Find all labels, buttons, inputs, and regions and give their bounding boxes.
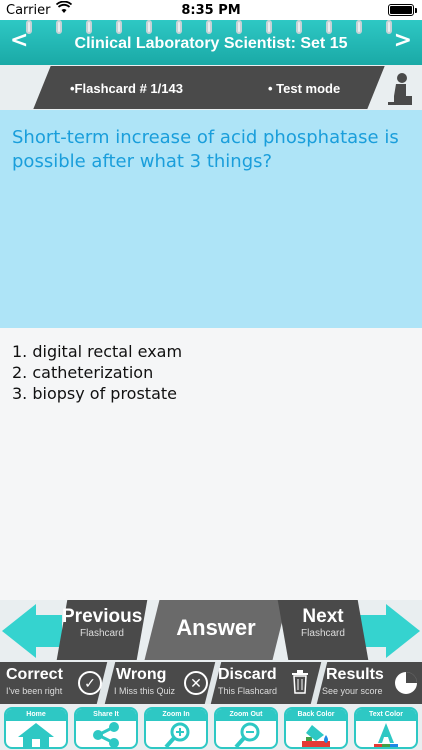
next-sub: Flashcard <box>301 628 345 639</box>
previous-arrow-tail <box>34 615 62 647</box>
status-bar: Carrier 8:35 PM <box>0 0 422 20</box>
mode-label: • Test mode <box>268 81 341 96</box>
zoom-out-label: Zoom Out <box>216 709 276 721</box>
answer-item: 3. biopsy of prostate <box>12 384 177 403</box>
wrong-label: Wrong <box>116 666 167 683</box>
zoom-in-icon <box>146 721 206 747</box>
home-button[interactable]: Home <box>4 707 68 749</box>
answer-panel: 1. digital rectal exam 2. catheterizatio… <box>0 328 422 600</box>
home-label: Home <box>6 709 66 721</box>
share-icon <box>76 721 136 747</box>
discard-sub: This Flashcard <box>218 686 278 696</box>
paint-bucket-icon <box>286 721 346 747</box>
flashcard-counter: •Flashcard # 1/143 <box>70 81 183 96</box>
wrong-sub: I Miss this Quiz <box>114 686 176 696</box>
question-text: Short-term increase of acid phosphatase … <box>12 127 399 172</box>
binder-rings <box>0 20 422 34</box>
zoom-out-button[interactable]: Zoom Out <box>214 707 278 749</box>
answer-item: 2. catheterization <box>12 363 154 382</box>
app-root: Carrier 8:35 PM < Clinical Laboratory Sc… <box>0 0 422 750</box>
zoom-out-icon <box>216 721 276 747</box>
text-color-button[interactable]: Text Color <box>354 707 418 749</box>
correct-sub: I've been right <box>6 686 63 696</box>
check-icon: ✓ <box>78 671 102 695</box>
user-icon[interactable] <box>386 72 414 106</box>
page-title: Clinical Laboratory Scientist: Set 15 <box>74 35 348 52</box>
pie-chart-icon <box>394 671 418 695</box>
zoom-in-button[interactable]: Zoom In <box>144 707 208 749</box>
previous-label: Previous <box>62 606 143 627</box>
results-sub: See your score <box>322 686 383 696</box>
answer-label: Answer <box>176 615 256 640</box>
back-color-label: Back Color <box>286 709 346 721</box>
share-label: Share It <box>76 709 136 721</box>
close-icon: ✕ <box>184 671 208 695</box>
back-color-button[interactable]: Back Color <box>284 707 348 749</box>
previous-arrow-icon[interactable] <box>2 604 36 658</box>
zoom-in-label: Zoom In <box>146 709 206 721</box>
home-icon <box>6 721 66 747</box>
results-label: Results <box>326 666 384 683</box>
share-button[interactable]: Share It <box>74 707 138 749</box>
battery-icon <box>388 4 417 16</box>
next-arrow-icon[interactable] <box>386 604 420 658</box>
clock: 8:35 PM <box>181 3 241 18</box>
text-color-label: Text Color <box>356 709 416 721</box>
question-panel: Short-term increase of acid phosphatase … <box>0 110 422 328</box>
text-color-icon <box>356 721 416 747</box>
discard-label: Discard <box>218 666 277 683</box>
correct-label: Correct <box>6 666 63 683</box>
trash-icon <box>290 670 310 694</box>
next-label: Next <box>302 606 344 627</box>
answer-item: 1. digital rectal exam <box>12 342 183 361</box>
previous-sub: Flashcard <box>80 628 124 639</box>
